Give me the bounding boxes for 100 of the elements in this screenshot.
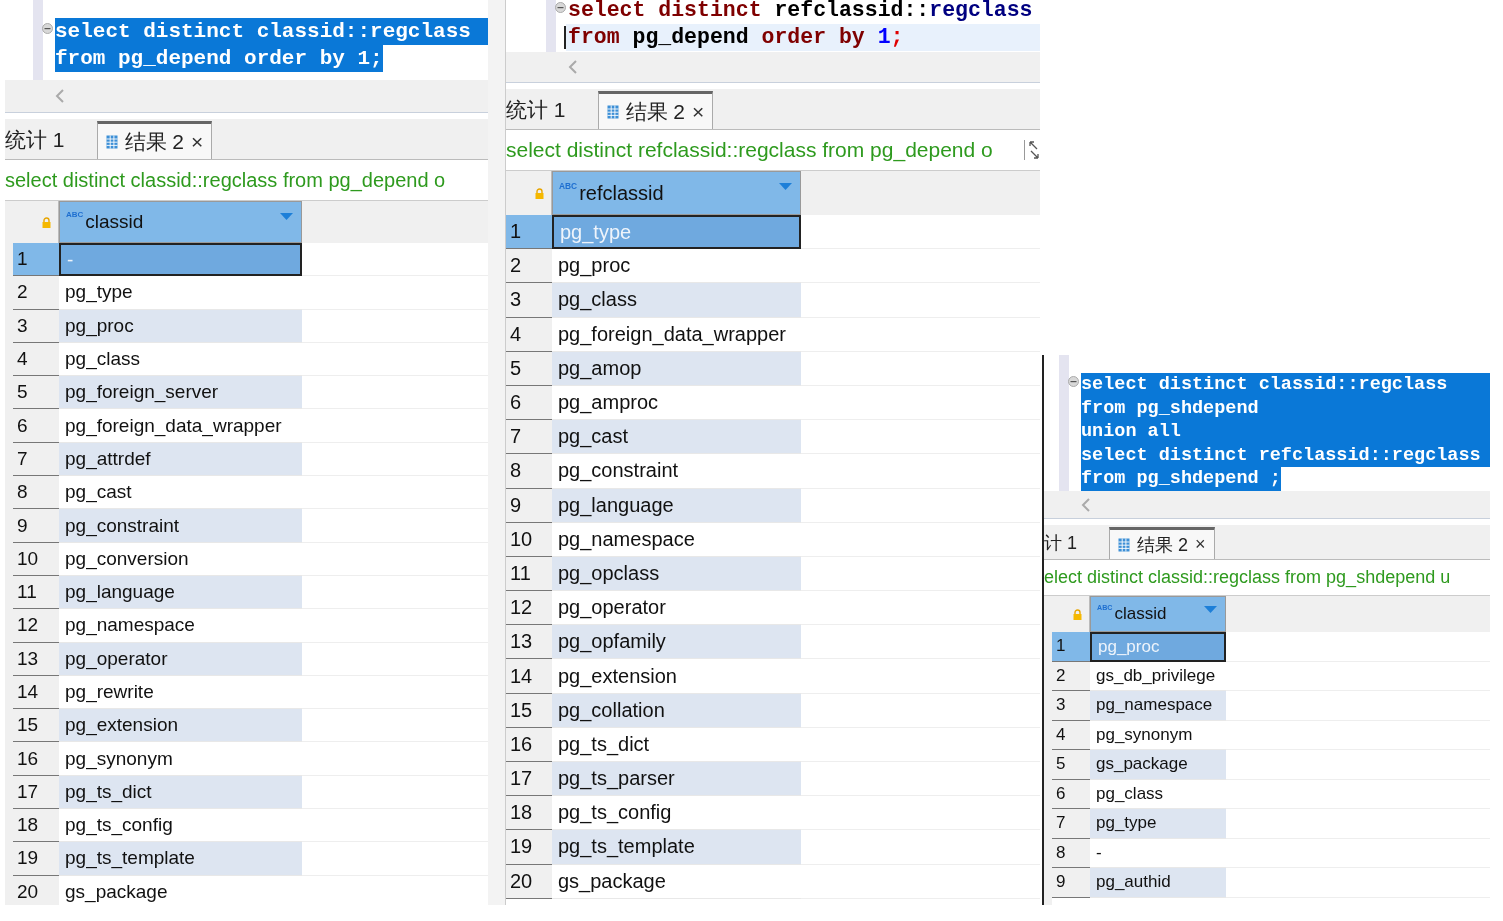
tab[interactable]: 统计 1	[5, 121, 73, 159]
row-number: 18	[13, 809, 59, 843]
row-number: 1	[1052, 632, 1090, 662]
tab-label[interactable]: 计 1	[1044, 531, 1077, 555]
table-cell[interactable]: pg_cast	[552, 420, 801, 455]
table-cell[interactable]: pg_opfamily	[552, 625, 801, 660]
table-cell[interactable]: pg_namespace	[59, 609, 302, 643]
query-text: select distinct refclassid::regclass from pg_depend o	[506, 138, 993, 162]
dropdown-caret-icon[interactable]	[280, 212, 293, 221]
tab[interactable]: 结果 2 ×	[96, 121, 213, 159]
table-cell[interactable]: pg_opclass	[552, 556, 801, 592]
table-cell[interactable]: pg_namespace	[1090, 691, 1226, 721]
table-cell[interactable]: pg_proc	[59, 309, 302, 343]
lock-icon	[1073, 608, 1082, 620]
dropdown-caret-icon[interactable]	[779, 183, 792, 191]
collapse-icon[interactable]	[42, 23, 53, 34]
lock-icon	[42, 216, 51, 228]
tab-label[interactable]: 结果 2	[1137, 532, 1189, 557]
row-number: 15	[13, 709, 59, 743]
table-cell[interactable]: pg_operator	[59, 642, 302, 676]
table-cell[interactable]: pg_type	[59, 276, 302, 310]
table-cell[interactable]: pg_attrdef	[59, 442, 302, 477]
table-cell[interactable]: pg_foreign_data_wrapper	[552, 317, 801, 352]
table-cell[interactable]: pg_amop	[552, 351, 801, 386]
row-number: 19	[506, 830, 552, 865]
row-number: 6	[13, 409, 59, 443]
tab[interactable]: 统计 1	[506, 91, 574, 129]
row-number: 4	[506, 317, 552, 352]
row-number: 5	[506, 351, 552, 386]
tab[interactable]: 结果 2 ×	[1109, 527, 1215, 559]
table-cell[interactable]: pg_collation	[552, 693, 801, 728]
close-icon[interactable]: ×	[191, 129, 204, 154]
column-name: refclassid	[579, 181, 664, 205]
tab-label[interactable]: 结果 2	[124, 127, 185, 156]
table-cell[interactable]: pg_constraint	[59, 509, 302, 543]
tab[interactable]: 结果 2 ×	[597, 91, 714, 129]
tab-label[interactable]: 统计 1	[5, 126, 65, 154]
chevron-left-icon[interactable]	[568, 60, 578, 74]
close-icon[interactable]: ×	[1195, 534, 1206, 555]
tab[interactable]: 计 1	[1044, 527, 1085, 559]
row-number: 8	[1052, 838, 1090, 868]
table-cell[interactable]: pg_language	[552, 488, 801, 523]
chevron-left-icon[interactable]	[1081, 497, 1091, 512]
table-cell[interactable]: pg_class	[552, 283, 801, 318]
collapse-icon[interactable]	[1068, 376, 1079, 388]
column-name: classid	[1114, 604, 1167, 624]
row-number: 7	[506, 420, 552, 455]
chevron-left-icon[interactable]	[55, 89, 65, 103]
row-number: 4	[1052, 720, 1090, 750]
collapse-icon[interactable]	[555, 2, 566, 13]
row-number: 17	[13, 775, 59, 810]
table-cell[interactable]: pg_constraint	[552, 454, 801, 489]
query-text: select distinct classid::regclass from pg_depend o	[5, 168, 446, 192]
row-number: 2	[506, 249, 552, 284]
row-number: 13	[506, 625, 552, 660]
row-number: 1	[506, 215, 552, 250]
table-cell[interactable]: pg_type	[1090, 809, 1226, 839]
tab-label[interactable]: 统计 1	[506, 96, 566, 124]
row-number: 13	[13, 642, 59, 676]
table-cell[interactable]: gs_package	[59, 875, 302, 905]
row-number: 2	[13, 276, 59, 310]
row-number: 3	[506, 283, 552, 318]
row-number: 10	[506, 522, 552, 557]
row-number: 11	[506, 556, 552, 592]
row-number: 12	[506, 591, 552, 626]
table-cell[interactable]: pg_synonym	[59, 742, 302, 776]
row-number: 9	[13, 509, 59, 543]
table-cell[interactable]: pg_ts_parser	[552, 762, 801, 797]
dropdown-caret-icon[interactable]	[1204, 606, 1217, 614]
row-number: 3	[13, 309, 59, 343]
row-number: 7	[13, 442, 59, 477]
table-cell[interactable]: pg_extension	[552, 659, 801, 694]
table-cell[interactable]: pg_ts_template	[552, 830, 801, 865]
table-cell[interactable]: gs_package	[552, 864, 801, 899]
table-cell[interactable]: pg_namespace	[552, 522, 801, 557]
close-icon[interactable]: ×	[692, 99, 705, 124]
table-cell[interactable]: pg_foreign_server	[59, 376, 302, 410]
code-line: select distinct refclassid::regclass	[568, 0, 1034, 24]
table-cell[interactable]: pg_foreign_data_wrapper	[59, 409, 302, 443]
tab-label[interactable]: 结果 2	[625, 97, 686, 126]
table-icon	[105, 134, 118, 149]
row-number: 9	[1052, 868, 1090, 898]
row-number: 19	[13, 842, 59, 876]
table-cell[interactable]: pg_ts_template	[59, 842, 302, 876]
row-number: 11	[13, 575, 59, 610]
row-number: 8	[13, 476, 59, 510]
resize-icon[interactable]	[1024, 140, 1040, 160]
row-number: 8	[506, 454, 552, 489]
table-cell[interactable]: pg_conversion	[59, 542, 302, 576]
type-label: ABC	[559, 180, 578, 191]
table-cell[interactable]: pg_language	[59, 575, 302, 610]
table-icon	[1118, 537, 1130, 552]
row-number: 18	[506, 796, 552, 831]
column-name: classid	[85, 211, 144, 233]
row-number: 10	[13, 542, 59, 576]
row-number: 12	[13, 609, 59, 643]
table-cell[interactable]: pg_ts_dict	[59, 775, 302, 810]
table-cell[interactable]: pg_extension	[59, 709, 302, 743]
table-cell[interactable]: gs_package	[1090, 750, 1226, 780]
table-cell[interactable]: pg_authid	[1090, 868, 1226, 898]
